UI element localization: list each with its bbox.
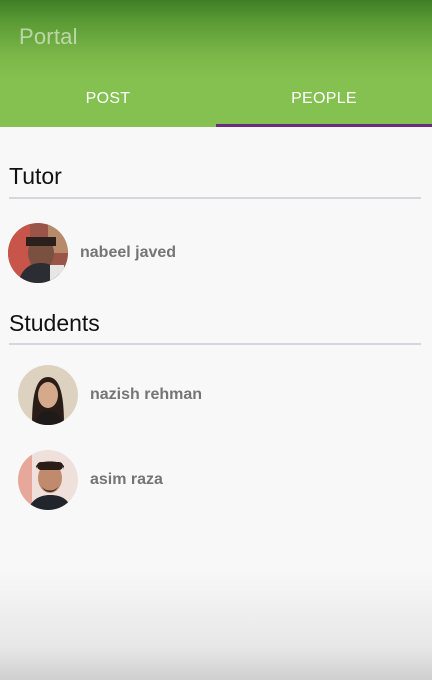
section-divider (9, 343, 421, 345)
app-title: Portal (19, 24, 78, 49)
app-bar: Portal POST PEOPLE (0, 0, 432, 127)
tab-bar: POST PEOPLE (0, 78, 432, 127)
section-title-tutor: Tutor (9, 163, 62, 189)
section-title-students: Students (9, 310, 100, 336)
person-item-student[interactable]: nazish rehman (18, 364, 202, 426)
person-name: nazish rehman (90, 386, 203, 403)
person-name: nabeel javed (80, 244, 177, 261)
person-item-student[interactable]: asim raza (18, 449, 163, 511)
tab-post[interactable]: POST (0, 78, 216, 127)
tab-people[interactable]: PEOPLE (216, 78, 432, 127)
avatar (18, 450, 78, 510)
people-list: Tutor nabeel javed Students nazish rehma… (0, 127, 432, 680)
person-name: asim raza (90, 471, 163, 488)
section-divider (9, 197, 421, 199)
avatar (18, 365, 78, 425)
avatar (8, 223, 68, 283)
person-item-tutor[interactable]: nabeel javed (8, 222, 176, 284)
